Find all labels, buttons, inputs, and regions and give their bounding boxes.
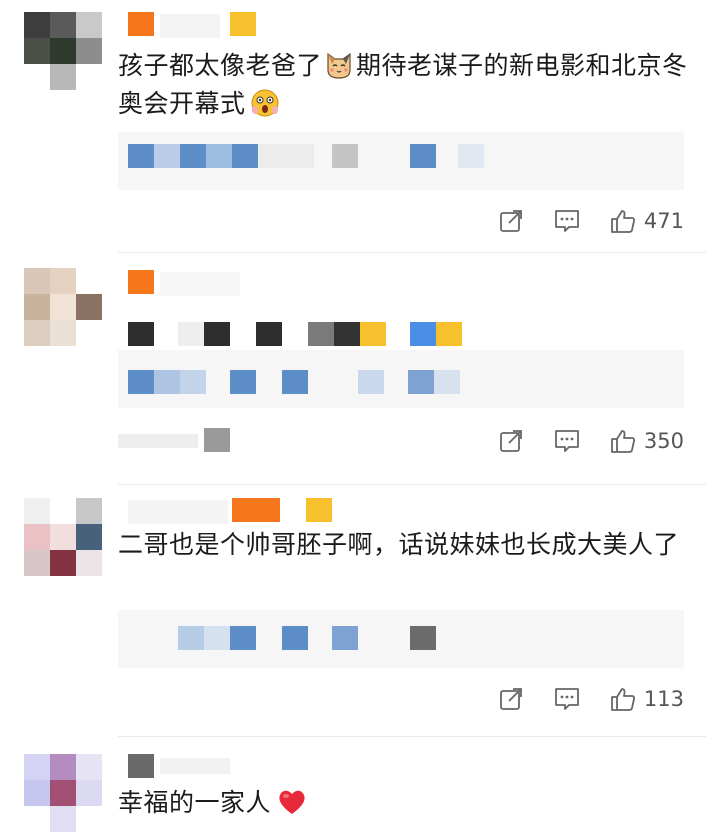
timestamp-mosaic	[118, 428, 230, 452]
comment-3: 二哥也是个帅哥胚子啊，话说妹妹也长成大美人了 113	[0, 484, 706, 734]
reply-preview-box[interactable]	[118, 132, 684, 190]
thumbs-up-icon	[611, 430, 635, 453]
comment-icon[interactable]	[554, 208, 580, 234]
like-count: 471	[643, 209, 684, 233]
vip-badge	[128, 12, 154, 36]
avatar[interactable]	[24, 498, 102, 576]
thumbs-up-icon	[611, 210, 635, 233]
thumbs-up-icon	[611, 688, 635, 711]
like-count: 113	[643, 687, 684, 711]
level-badge	[306, 498, 332, 522]
share-icon[interactable]	[498, 428, 524, 454]
like-button[interactable]: 113	[610, 686, 684, 712]
comment-text: 孩子都太像老爸了 期待老谋子的新电影和北京冬奥会开幕式	[118, 47, 688, 123]
comment-text-mosaic	[118, 320, 518, 348]
comment-4: 幸福的一家人	[0, 736, 706, 832]
share-icon[interactable]	[498, 208, 524, 234]
red-heart-emoji-icon	[279, 790, 305, 814]
vip-badge	[128, 270, 154, 294]
username-mosaic[interactable]	[128, 500, 228, 524]
comment-2: 350	[0, 252, 706, 482]
comment-text: 幸福的一家人	[118, 784, 688, 822]
reply-preview-box[interactable]	[118, 350, 684, 408]
cat-emoji-icon	[327, 52, 351, 79]
username-mosaic[interactable]	[160, 272, 240, 296]
like-button[interactable]: 471	[610, 208, 684, 234]
action-bar: 471	[498, 204, 684, 238]
action-bar: 113	[498, 682, 684, 716]
comment-text: 二哥也是个帅哥胚子啊，话说妹妹也长成大美人了	[118, 526, 688, 564]
avatar[interactable]	[24, 12, 102, 90]
comment-text-part-1: 孩子都太像老爸了	[118, 51, 323, 80]
action-bar: 350	[498, 424, 684, 458]
share-icon[interactable]	[498, 686, 524, 712]
username-mosaic-tail	[160, 758, 230, 774]
comment-text-content: 二哥也是个帅哥胚子啊，话说妹妹也长成大美人了	[118, 530, 680, 559]
username-mosaic[interactable]	[160, 14, 220, 38]
level-badge	[230, 12, 256, 36]
avatar[interactable]	[24, 754, 102, 832]
comment-icon[interactable]	[554, 686, 580, 712]
username-mosaic[interactable]	[128, 754, 154, 778]
like-button[interactable]: 350	[610, 428, 684, 454]
like-count: 350	[643, 429, 684, 453]
comment-text-content: 幸福的一家人	[118, 788, 272, 817]
comment-1: 孩子都太像老爸了 期待老谋子的新电影和北京冬奥会开幕式 471	[0, 0, 706, 250]
comment-icon[interactable]	[554, 428, 580, 454]
vip-badge	[232, 498, 280, 522]
avatar[interactable]	[24, 268, 102, 346]
reply-preview-box[interactable]	[118, 610, 684, 668]
surprised-face-emoji-icon	[251, 89, 279, 117]
